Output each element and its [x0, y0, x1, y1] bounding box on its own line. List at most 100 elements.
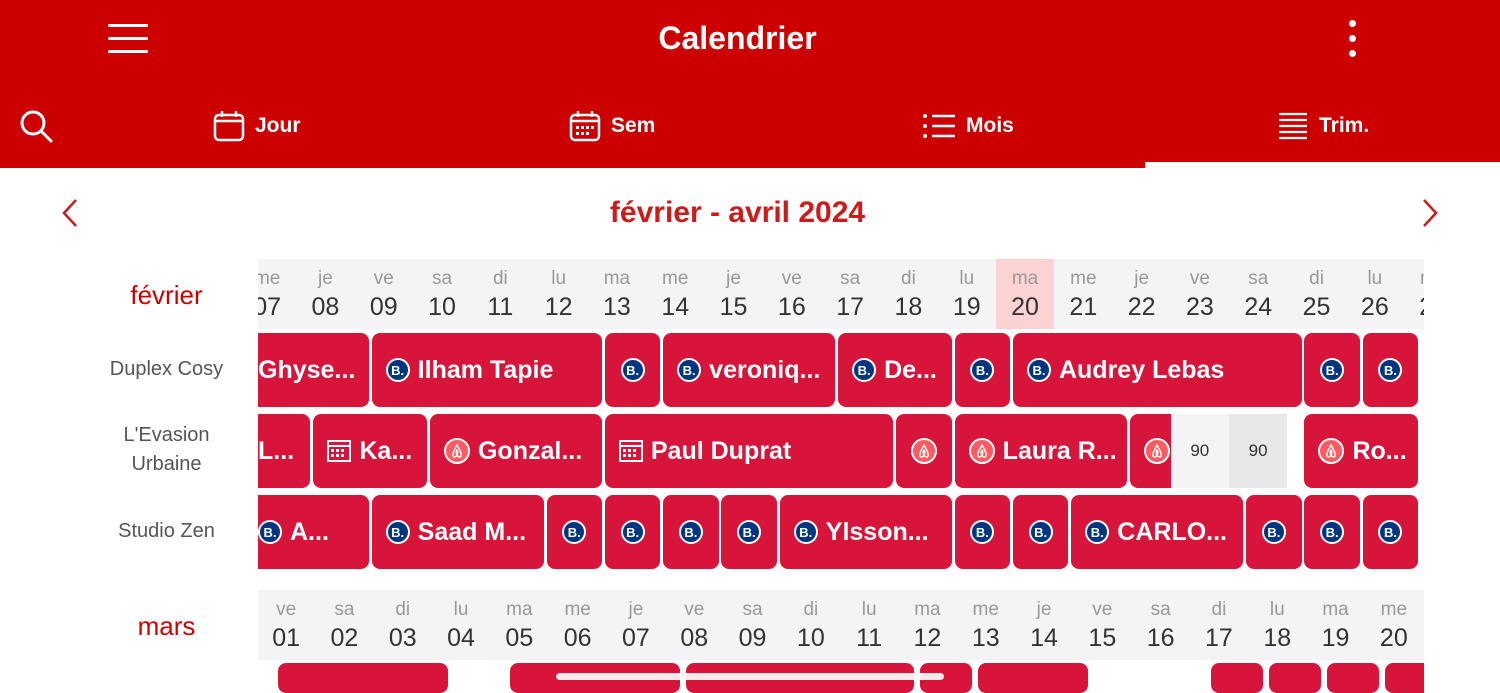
day-cell[interactable]: lu 12: [530, 259, 588, 329]
day-cell[interactable]: lu 18: [1248, 590, 1306, 660]
day-cell[interactable]: me 06: [549, 590, 607, 660]
booking-bar[interactable]: [1269, 663, 1321, 693]
booking-bar[interactable]: B.: [1304, 333, 1360, 407]
booking-bar[interactable]: B. veroniq...: [663, 333, 836, 407]
month-label-february: février: [130, 280, 203, 310]
day-cell[interactable]: ve 01: [258, 590, 315, 660]
active-tab-indicator: [1145, 162, 1500, 168]
day-cell[interactable]: me 14: [646, 259, 704, 329]
tab-month[interactable]: Mois: [922, 104, 1014, 148]
booking-bar[interactable]: [1385, 663, 1424, 693]
day-cell[interactable]: ma 19: [1306, 590, 1364, 660]
day-cell[interactable]: ve 08: [665, 590, 723, 660]
day-cell[interactable]: ve 15: [1073, 590, 1131, 660]
day-name: ve: [276, 599, 297, 620]
booking-bar[interactable]: B.: [1012, 495, 1069, 569]
booking-bar[interactable]: B.: [1362, 333, 1419, 407]
day-cell[interactable]: di 10: [782, 590, 840, 660]
day-cell[interactable]: me 21: [1054, 259, 1112, 329]
booking-bar[interactable]: Laura R...: [954, 414, 1127, 488]
day-cell[interactable]: lu 26: [1346, 259, 1404, 329]
booking-com-icon: B.: [1085, 520, 1110, 544]
day-cell[interactable]: me 13: [957, 590, 1015, 660]
day-cell[interactable]: di 03: [374, 590, 432, 660]
day-cell[interactable]: ve 09: [355, 259, 413, 329]
booking-bar[interactable]: B.: [721, 495, 777, 569]
more-vertical-icon[interactable]: [1344, 20, 1360, 60]
day-cell[interactable]: je 22: [1113, 259, 1171, 329]
day-number: 16: [777, 293, 806, 321]
booking-bar[interactable]: Ghyse...: [258, 333, 369, 407]
day-cell[interactable]: je 14: [1015, 590, 1073, 660]
booking-bar[interactable]: B. Saad M...: [371, 495, 544, 569]
day-cell[interactable]: me 07: [258, 259, 296, 329]
day-cell[interactable]: ma 13: [588, 259, 646, 329]
tab-week[interactable]: Sem: [569, 104, 655, 148]
booking-bar[interactable]: B.: [954, 333, 1011, 407]
tab-day[interactable]: Jour: [213, 104, 301, 148]
day-cell[interactable]: sa 24: [1229, 259, 1287, 329]
day-cell[interactable]: lu 19: [938, 259, 996, 329]
day-cell[interactable]: sa 09: [723, 590, 781, 660]
day-cell[interactable]: ve 16: [763, 259, 821, 329]
day-cell[interactable]: ma 12: [898, 590, 956, 660]
day-cell[interactable]: je 15: [704, 259, 762, 329]
day-cell[interactable]: me 20: [1365, 590, 1423, 660]
booking-bar[interactable]: B. A...: [258, 495, 369, 569]
chevron-right-icon[interactable]: [1414, 198, 1444, 228]
booking-bar[interactable]: B.: [1304, 495, 1360, 569]
day-name: sa: [432, 268, 453, 289]
nightly-price[interactable]: 90: [1170, 414, 1229, 488]
day-cell-today[interactable]: ma 20: [995, 259, 1055, 329]
day-cell[interactable]: ma 27: [1404, 259, 1424, 329]
booking-bar[interactable]: L...: [258, 414, 311, 488]
booking-bar[interactable]: [1327, 663, 1379, 693]
booking-bar[interactable]: B. De...: [838, 333, 952, 407]
day-cell[interactable]: sa 10: [413, 259, 471, 329]
booking-bar[interactable]: Ro...: [1304, 414, 1419, 488]
booking-bar[interactable]: [1211, 663, 1263, 693]
booking-bar[interactable]: B.: [1362, 495, 1419, 569]
booking-bar[interactable]: B.: [604, 495, 661, 569]
day-name: ve: [781, 268, 802, 289]
booking-com-icon: B.: [1320, 520, 1345, 544]
booking-bar[interactable]: B.: [546, 495, 602, 569]
day-name: ma: [1322, 599, 1349, 620]
day-cell[interactable]: sa 02: [315, 590, 373, 660]
booking-bar[interactable]: B. Audrey Lebas: [1012, 333, 1302, 407]
day-cell[interactable]: di 11: [471, 259, 529, 329]
day-cell[interactable]: di 25: [1287, 259, 1345, 329]
day-number: 04: [447, 624, 475, 652]
nightly-price[interactable]: 90: [1229, 414, 1288, 488]
guest-name: Laura R...: [1002, 436, 1117, 465]
tab-quarter[interactable]: Trim.: [1277, 104, 1369, 148]
day-cell[interactable]: je 08: [296, 259, 354, 329]
day-cell[interactable]: lu 04: [432, 590, 490, 660]
search-icon[interactable]: [18, 108, 54, 144]
day-cell[interactable]: sa 16: [1132, 590, 1190, 660]
booking-bar[interactable]: B.: [604, 333, 661, 407]
booking-bar[interactable]: B.: [954, 495, 1011, 569]
booking-com-icon: B.: [852, 358, 877, 382]
horizontal-scrollbar[interactable]: [556, 673, 944, 680]
day-name: ma: [603, 268, 631, 289]
day-cell[interactable]: di 17: [1190, 590, 1248, 660]
booking-bar[interactable]: B. Ilham Tapie: [371, 333, 602, 407]
day-cell[interactable]: ve 23: [1171, 259, 1229, 329]
booking-bar[interactable]: [278, 663, 448, 693]
booking-bar[interactable]: B. CARLO...: [1071, 495, 1244, 569]
day-cell[interactable]: ma 05: [490, 590, 548, 660]
booking-bar[interactable]: Paul Duprat: [604, 414, 894, 488]
airbnb-icon: [911, 438, 938, 464]
day-cell[interactable]: lu 11: [840, 590, 898, 660]
day-cell[interactable]: di 18: [879, 259, 937, 329]
booking-bar[interactable]: B.: [663, 495, 719, 569]
day-cell[interactable]: sa 17: [821, 259, 879, 329]
booking-bar[interactable]: Ka...: [313, 414, 428, 488]
booking-bar[interactable]: Gonzal...: [429, 414, 602, 488]
booking-bar[interactable]: [896, 414, 952, 488]
day-cell[interactable]: je 07: [607, 590, 665, 660]
booking-bar[interactable]: [978, 663, 1088, 693]
booking-bar[interactable]: B. Ylsson...: [779, 495, 952, 569]
booking-bar[interactable]: B.: [1246, 495, 1302, 569]
